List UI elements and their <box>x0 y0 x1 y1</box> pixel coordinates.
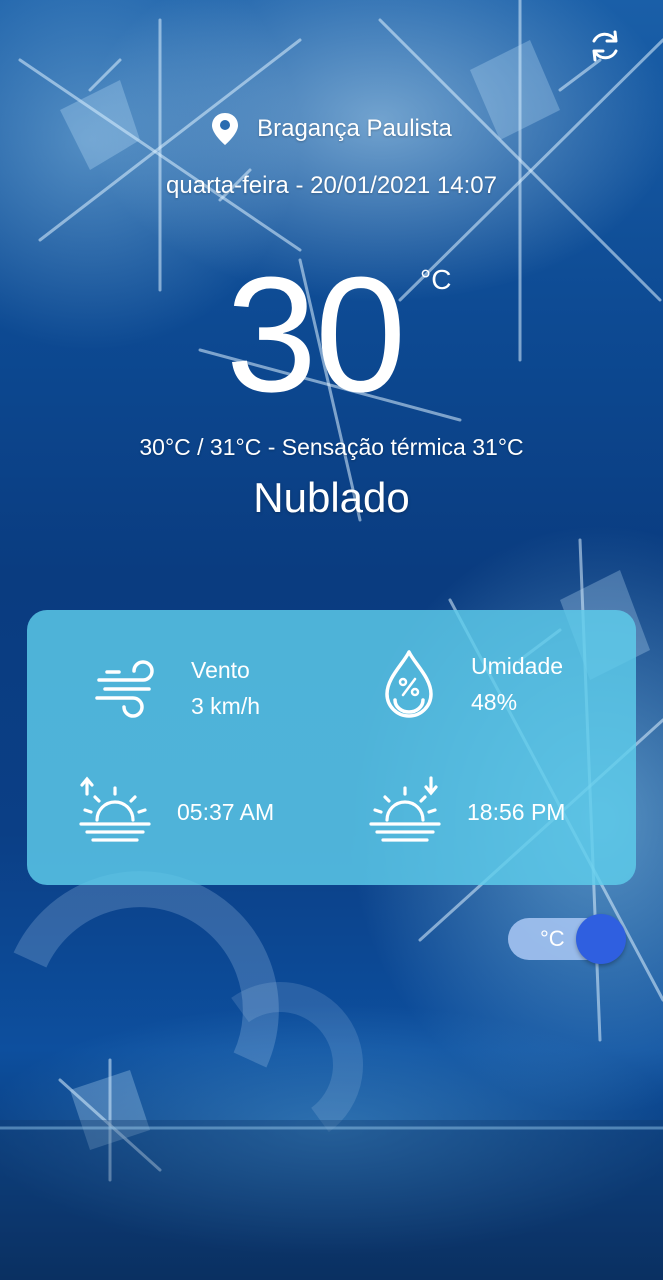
sunrise-icon <box>79 776 151 842</box>
sunset-info: 18:56 PM <box>369 776 565 848</box>
min-max-feels-like: 30°C / 31°C - Sensação térmica 31°C <box>139 434 524 460</box>
sunrise-time: 05:37 AM <box>177 799 275 825</box>
temperature-unit: °C <box>420 264 452 295</box>
current-temperature: 30 <box>225 243 406 426</box>
refresh-icon <box>592 30 618 62</box>
unit-toggle[interactable]: °C <box>508 914 628 964</box>
weather-screen: Bragança Paulista quarta-feira - 20/01/2… <box>0 0 663 1280</box>
wind-info: Vento 3 km/h <box>93 652 260 724</box>
date-time: quarta-feira - 20/01/2021 14:07 <box>166 172 497 199</box>
wind-icon <box>95 660 154 718</box>
weather-details-card: Vento 3 km/h Umidade 48% 05:37 AM 18:56 … <box>27 610 636 885</box>
temperature-block: 30 °C <box>0 250 663 420</box>
location-row: Bragança Paulista <box>0 112 663 146</box>
humidity-drop-icon <box>385 650 433 718</box>
refresh-button[interactable] <box>587 28 623 64</box>
humidity-value: 48% <box>471 689 518 715</box>
humidity-label: Umidade <box>471 653 564 679</box>
weather-condition: Nublado <box>253 474 410 521</box>
sunrise-info: 05:37 AM <box>79 776 274 848</box>
map-pin-icon <box>212 113 239 145</box>
wind-value: 3 km/h <box>191 693 261 719</box>
humidity-info: Umidade 48% <box>381 648 563 720</box>
toggle-knob <box>576 914 626 964</box>
toggle-unit-label: °C <box>540 926 565 951</box>
sunset-time: 18:56 PM <box>467 799 566 825</box>
sunset-icon <box>369 776 441 842</box>
city-name: Bragança Paulista <box>257 115 452 142</box>
wind-label: Vento <box>191 657 250 683</box>
